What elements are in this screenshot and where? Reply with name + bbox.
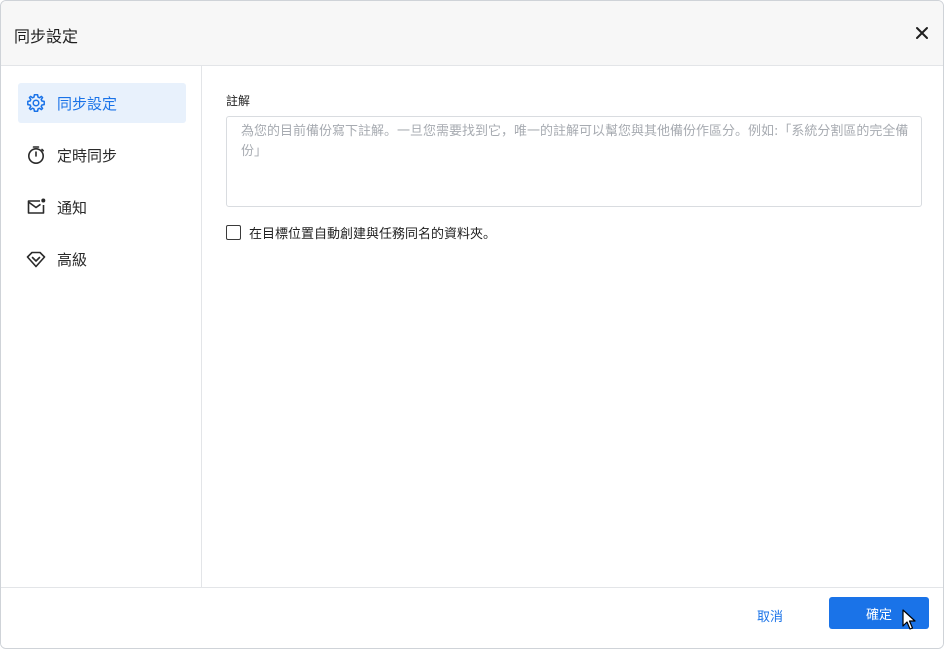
mouse-pointer-icon [902,609,916,630]
comment-label: 註解 [226,94,251,108]
sidebar-item-label: 高級 [57,250,88,269]
dialog-title: 同步設定 [14,27,79,46]
dialog-footer: 取消 確定 [1,587,943,648]
ok-button-label: 確定 [865,607,892,623]
create-folder-label: 在目標位置自動創建與任務同名的資料夾。 [249,227,497,242]
sidebar-item-label: 同步設定 [57,94,118,113]
dialog-titlebar: 同步設定 [1,1,943,66]
sync-settings-dialog: 同步設定 同步設定 定時同步 通知 高級 註解 為您的目前備份寫下註解。一旦您需… [0,0,944,649]
create-folder-option[interactable]: 在目標位置自動創建與任務同名的資料夾。 [226,223,496,242]
sidebar-item-label: 定時同步 [57,146,118,165]
diamond-icon [25,248,47,270]
close-button[interactable] [911,22,933,44]
cancel-button[interactable]: 取消 [757,604,783,627]
sidebar-item-notification[interactable]: 通知 [18,187,186,227]
sidebar-item-advanced[interactable]: 高級 [18,239,186,279]
close-icon [916,27,928,39]
sidebar-item-label: 通知 [57,198,88,217]
comment-textarea[interactable] [226,116,922,207]
stopwatch-icon [25,144,47,166]
sidebar-item-sync-settings[interactable]: 同步設定 [18,83,186,123]
mail-notification-icon [25,196,47,218]
gear-icon [25,92,47,114]
create-folder-checkbox[interactable] [226,225,241,240]
settings-sidebar: 同步設定 定時同步 通知 高級 [1,66,202,587]
sidebar-item-scheduled-sync[interactable]: 定時同步 [18,135,186,175]
settings-content: 註解 在目標位置自動創建與任務同名的資料夾。 [203,66,943,587]
